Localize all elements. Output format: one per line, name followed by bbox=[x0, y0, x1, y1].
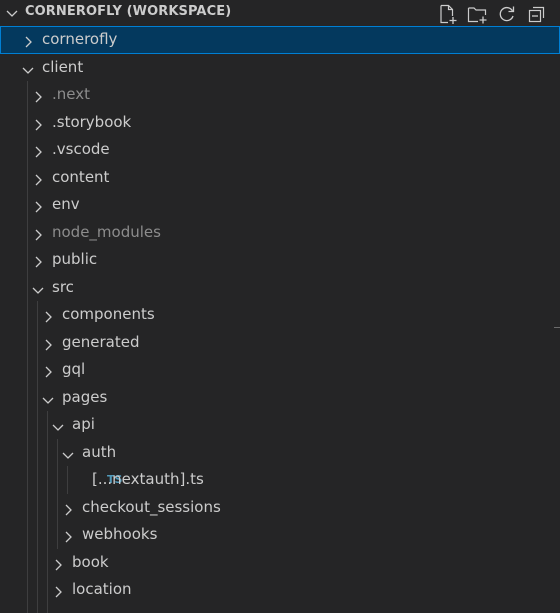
tree-folder-item[interactable] bbox=[0, 604, 560, 613]
new-file-icon[interactable] bbox=[436, 3, 458, 25]
chevron-right-icon[interactable] bbox=[40, 307, 56, 323]
tree-item-label: .next bbox=[52, 85, 90, 103]
chevron-right-icon[interactable] bbox=[20, 32, 36, 48]
tree-folder-storybook[interactable]: .storybook bbox=[0, 109, 560, 137]
tree-item-label: book bbox=[72, 552, 109, 571]
tree-folder-env[interactable]: env bbox=[0, 191, 560, 219]
chevron-right-icon[interactable] bbox=[30, 142, 46, 158]
tree-item-label: cornerofly bbox=[42, 30, 118, 48]
chevron-down-icon[interactable] bbox=[60, 445, 76, 461]
chevron-down-icon[interactable] bbox=[20, 60, 36, 76]
tree-item-label: .storybook bbox=[52, 112, 132, 131]
tree-folder-vscode[interactable]: .vscode bbox=[0, 136, 560, 164]
tree-item-label: auth bbox=[82, 442, 117, 461]
tree-item-label: components bbox=[62, 305, 155, 323]
chevron-right-icon[interactable] bbox=[50, 555, 66, 571]
tree-folder-checkout-sessions[interactable]: checkout_sessions bbox=[0, 494, 560, 522]
chevron-right-icon[interactable] bbox=[60, 527, 76, 543]
chevron-right-icon[interactable] bbox=[40, 335, 56, 351]
tree-folder-next[interactable]: .next bbox=[0, 81, 560, 109]
tree-folder-public[interactable]: public bbox=[0, 246, 560, 274]
tree-item-label: pages bbox=[62, 387, 108, 406]
chevron-right-icon[interactable] bbox=[30, 170, 46, 186]
tree-item-label: node_modules bbox=[52, 222, 161, 241]
tree-folder-node-modules[interactable]: node_modules bbox=[0, 219, 560, 247]
refresh-icon[interactable] bbox=[496, 3, 518, 25]
tree-folder-content[interactable]: content bbox=[0, 164, 560, 192]
chevron-right-icon[interactable] bbox=[30, 197, 46, 213]
tree-folder-auth[interactable]: auth bbox=[0, 439, 560, 467]
tree-folder-components[interactable]: components bbox=[0, 301, 560, 329]
workspace-title: CORNEROFLY (WORKSPACE) bbox=[25, 4, 232, 19]
tree-item-label: public bbox=[52, 250, 98, 268]
chevron-down-icon[interactable] bbox=[40, 390, 56, 406]
tree-item-label: env bbox=[52, 195, 80, 213]
tree-item-label: client bbox=[42, 57, 84, 76]
tree-folder-location[interactable]: location bbox=[0, 576, 560, 604]
tree-item-label: [...nextauth].ts bbox=[92, 470, 204, 488]
scrollbar-marker[interactable] bbox=[554, 327, 560, 328]
tree-folder-webhooks[interactable]: webhooks bbox=[0, 521, 560, 549]
tree-folder-api[interactable]: api bbox=[0, 411, 560, 439]
tree-item-label: src bbox=[52, 277, 74, 296]
chevron-right-icon[interactable] bbox=[30, 115, 46, 131]
chevron-down-icon[interactable] bbox=[30, 280, 46, 296]
chevron-right-icon[interactable] bbox=[50, 582, 66, 598]
tree-item-label: generated bbox=[62, 332, 140, 351]
tree-item-label: webhooks bbox=[82, 525, 158, 543]
file-tree: cornerofly client .next .storybook .vscode co… bbox=[0, 26, 560, 613]
chevron-right-icon[interactable] bbox=[50, 610, 66, 613]
tree-item-label: checkout_sessions bbox=[82, 497, 221, 516]
new-folder-icon[interactable] bbox=[466, 3, 488, 25]
chevron-down-icon[interactable] bbox=[4, 5, 20, 21]
tree-item-label: api bbox=[72, 415, 95, 433]
tree-folder-generated[interactable]: generated bbox=[0, 329, 560, 357]
chevron-right-icon[interactable] bbox=[40, 362, 56, 378]
indent-guide bbox=[47, 411, 48, 613]
explorer-section-header[interactable]: CORNEROFLY (WORKSPACE) bbox=[0, 0, 560, 26]
header-actions bbox=[436, 3, 548, 25]
tree-file-nextauth-ts[interactable]: TS [...nextauth].ts bbox=[0, 466, 560, 494]
indent-guide bbox=[27, 81, 28, 613]
indent-guide bbox=[57, 438, 58, 549]
indent-guide bbox=[67, 466, 68, 494]
tree-item-label: .vscode bbox=[52, 140, 110, 158]
tree-folder-src[interactable]: src bbox=[0, 274, 560, 302]
tree-folder-gql[interactable]: gql bbox=[0, 356, 560, 384]
tree-folder-book[interactable]: book bbox=[0, 549, 560, 577]
tree-folder-cornerofly[interactable]: cornerofly bbox=[0, 26, 560, 54]
chevron-right-icon[interactable] bbox=[60, 500, 76, 516]
collapse-all-icon[interactable] bbox=[526, 3, 548, 25]
indent-guide bbox=[37, 301, 38, 613]
tree-folder-pages[interactable]: pages bbox=[0, 384, 560, 412]
chevron-right-icon[interactable] bbox=[30, 252, 46, 268]
chevron-down-icon[interactable] bbox=[50, 417, 66, 433]
chevron-right-icon[interactable] bbox=[30, 87, 46, 103]
chevron-right-icon[interactable] bbox=[30, 225, 46, 241]
tree-item-label: content bbox=[52, 167, 110, 186]
tree-item-label: location bbox=[72, 580, 132, 598]
tree-item-label: gql bbox=[62, 360, 86, 378]
tree-folder-client[interactable]: client bbox=[0, 54, 560, 82]
